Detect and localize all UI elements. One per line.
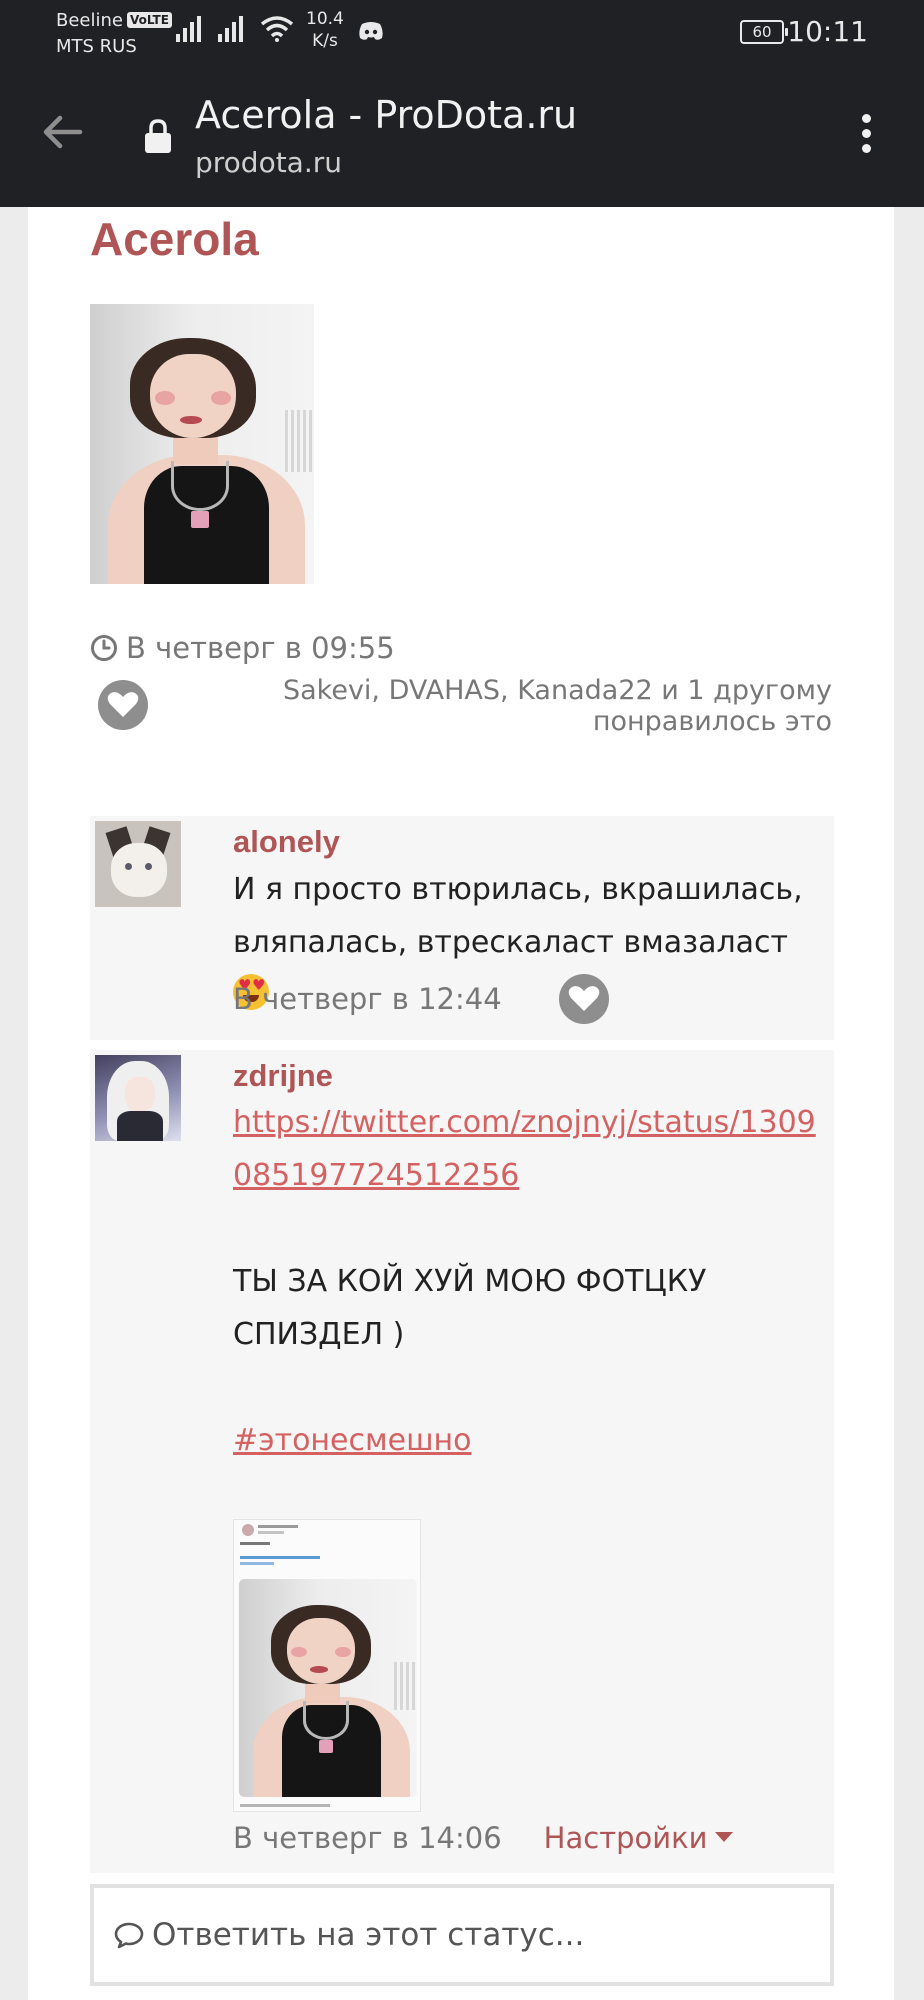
comment-body: zdrijne https://twitter.com/znojnyj/stat… <box>233 1050 825 1467</box>
url-text[interactable]: prodota.ru <box>195 146 342 180</box>
comment-username[interactable]: zdrijne <box>233 1056 825 1096</box>
heart-icon <box>568 986 600 1011</box>
browser-toolbar: Acerola - ProDota.ru prodota.ru <box>0 62 924 207</box>
like-button[interactable] <box>98 680 148 730</box>
comment-meta: В четверг в 14:06 Настройки <box>233 1818 734 1858</box>
battery-icon: 60 <box>740 20 788 44</box>
settings-dropdown[interactable]: Настройки <box>544 1821 734 1855</box>
carrier-name-1: Beeline <box>56 10 123 31</box>
like-button[interactable] <box>559 974 609 1024</box>
carrier-name-2: MTS RUS <box>56 36 137 57</box>
likes-text[interactable]: Sakevi, DVAHAS, Kanada22 и 1 другому пон… <box>232 675 832 737</box>
signal-icon <box>218 16 243 42</box>
lock-icon[interactable] <box>144 118 172 154</box>
status-time: 10:11 <box>787 15 868 48</box>
reply-input-content: Ответить на этот статус... <box>114 1888 584 1982</box>
page-content: Acerola В четверг в 09:55 Sakevi, DVAHAS… <box>28 207 894 2000</box>
twitter-link[interactable]: https://twitter.com/znojnyj/status/13090… <box>233 1105 816 1193</box>
avatar[interactable] <box>95 821 181 907</box>
comment-time: В четверг в 14:06 <box>233 1821 502 1855</box>
heart-icon <box>107 692 139 717</box>
status-photo[interactable] <box>90 304 314 584</box>
back-button[interactable] <box>36 106 88 158</box>
avatar[interactable] <box>95 1055 181 1141</box>
comment-text: ТЫ ЗА КОЙ ХУЙ МОЮ ФОТЦКУ <box>233 1264 707 1299</box>
comment-text: СПИЗДЕЛ ) <box>233 1317 405 1352</box>
tweet-screenshot-image[interactable] <box>233 1519 421 1812</box>
more-vert-icon[interactable] <box>848 110 884 160</box>
status-icons <box>176 14 294 42</box>
wifi-icon <box>260 16 294 42</box>
caret-down-icon <box>715 1832 734 1842</box>
discord-icon <box>359 22 383 40</box>
settings-label: Настройки <box>543 1821 708 1855</box>
comment-text-content: И я просто втюрилась, вкрашилась, вляпал… <box>233 872 803 960</box>
profile-name[interactable]: Acerola <box>90 209 259 269</box>
post-time-text: В четверг в 09:55 <box>126 631 395 665</box>
reply-input[interactable]: Ответить на этот статус... <box>90 1884 834 1986</box>
comment-username[interactable]: alonely <box>233 822 825 862</box>
post-time: В четверг в 09:55 <box>90 628 395 668</box>
comment-item: zdrijne https://twitter.com/znojnyj/stat… <box>90 1050 834 1873</box>
carrier-info: Beeline VoLTE MTS RUS <box>56 8 172 60</box>
clock-icon <box>91 635 117 661</box>
status-bar: Beeline VoLTE MTS RUS 10.4 K/s 60 10:11 <box>0 0 924 62</box>
net-speed: 10.4 K/s <box>306 8 344 52</box>
reply-placeholder: Ответить на этот статус... <box>152 1917 585 1953</box>
page-title[interactable]: Acerola - ProDota.ru <box>195 92 577 138</box>
volte-badge: VoLTE <box>126 12 172 28</box>
comment-icon <box>114 1922 144 1949</box>
comment-item: alonely И я просто втюрилась, вкрашилась… <box>90 816 834 1040</box>
net-speed-value: 10.4 <box>306 9 344 29</box>
comment-time: В четверг в 12:44 <box>233 982 502 1016</box>
net-speed-unit: K/s <box>312 31 338 51</box>
signal-icon <box>176 16 201 42</box>
hashtag-link[interactable]: #этонесмешно <box>233 1423 472 1458</box>
back-arrow-icon <box>43 115 83 149</box>
